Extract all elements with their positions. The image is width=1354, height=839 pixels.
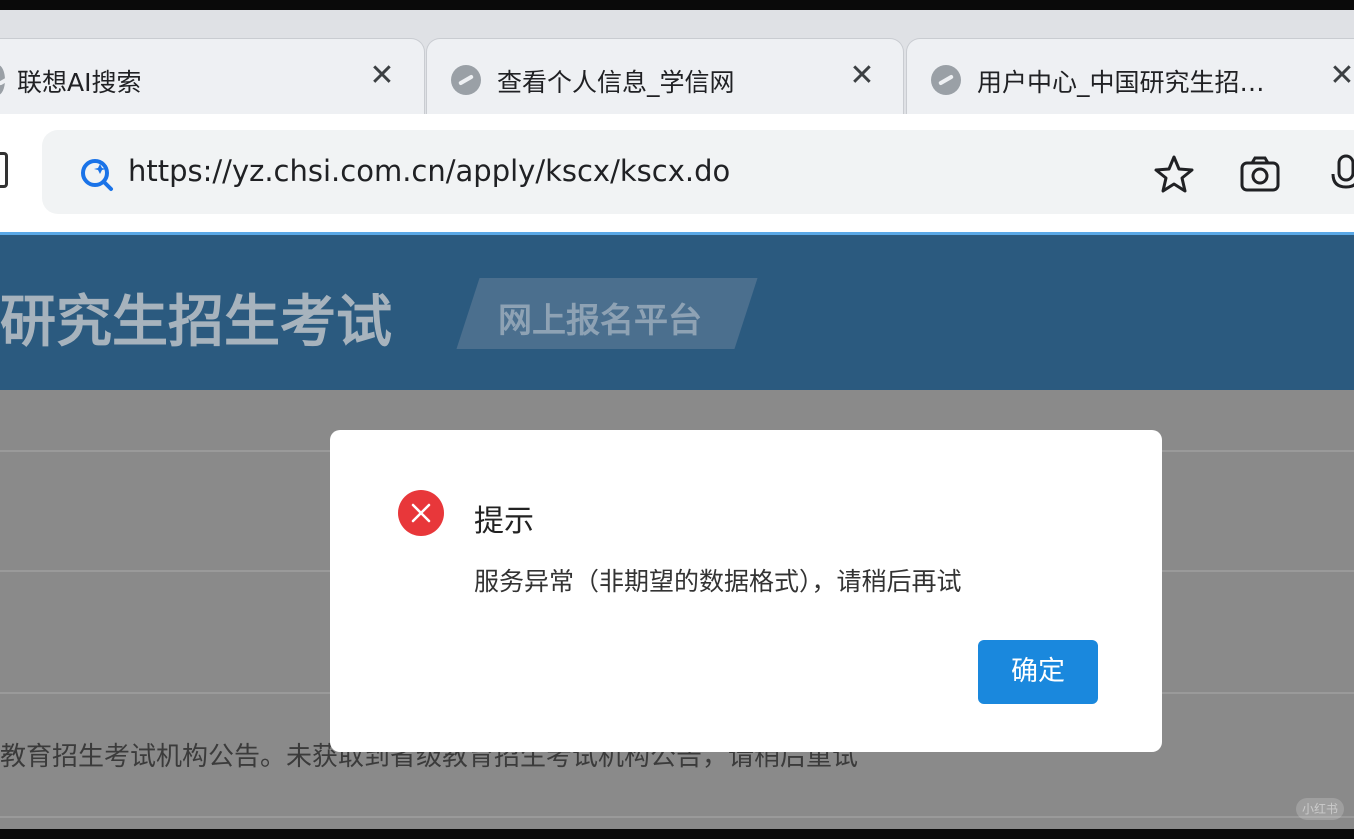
- chsi-favicon-icon: [451, 65, 481, 95]
- camera-icon[interactable]: [1238, 152, 1282, 196]
- address-bar[interactable]: https://yz.chsi.com.cn/apply/kscx/kscx.d…: [42, 130, 1354, 214]
- url-text[interactable]: https://yz.chsi.com.cn/apply/kscx/kscx.d…: [128, 154, 730, 188]
- screen-bezel-bottom: [0, 829, 1354, 839]
- browser-toolbar: https://yz.chsi.com.cn/apply/kscx/kscx.d…: [0, 114, 1354, 232]
- divider: [0, 816, 1354, 818]
- tab-favicon-icon: [0, 65, 5, 95]
- site-header: 研究生招生考试 网上报名平台: [0, 235, 1354, 390]
- tab-strip: 联想AI搜索 ✕ 查看个人信息_学信网 ✕ 用户中心_中国研究生招… ✕: [0, 10, 1354, 114]
- tab-close-icon[interactable]: ✕: [847, 61, 877, 91]
- dialog-title: 提示: [474, 504, 534, 539]
- screen-bezel-top: [0, 0, 1354, 10]
- tab-title: 联想AI搜索: [17, 68, 142, 97]
- tab-lenovo-ai-search[interactable]: 联想AI搜索 ✕: [0, 38, 425, 114]
- tab-chsi-profile[interactable]: 查看个人信息_学信网 ✕: [426, 38, 904, 114]
- tab-close-icon[interactable]: ✕: [367, 61, 397, 91]
- sidebar-toggle-icon[interactable]: [0, 152, 8, 188]
- confirm-button[interactable]: 确定: [978, 640, 1098, 704]
- chsi-favicon-icon: [931, 65, 961, 95]
- tab-title: 查看个人信息_学信网: [497, 68, 735, 97]
- watermark: 小红书: [1296, 798, 1344, 820]
- lenovo-ai-search-icon: [81, 159, 113, 191]
- error-dialog: 提示 服务异常（非期望的数据格式），请稍后再试 确定: [330, 430, 1162, 752]
- microphone-icon[interactable]: [1324, 152, 1354, 196]
- star-icon[interactable]: [1152, 152, 1196, 196]
- platform-badge: 网上报名平台: [498, 301, 702, 341]
- tab-title: 用户中心_中国研究生招…: [977, 68, 1265, 97]
- tab-user-center[interactable]: 用户中心_中国研究生招… ✕: [906, 38, 1354, 114]
- tab-close-icon[interactable]: ✕: [1327, 61, 1354, 91]
- error-circle-icon: [398, 490, 444, 536]
- dialog-message: 服务异常（非期望的数据格式），请稍后再试: [474, 567, 962, 596]
- site-title: 研究生招生考试: [0, 290, 392, 355]
